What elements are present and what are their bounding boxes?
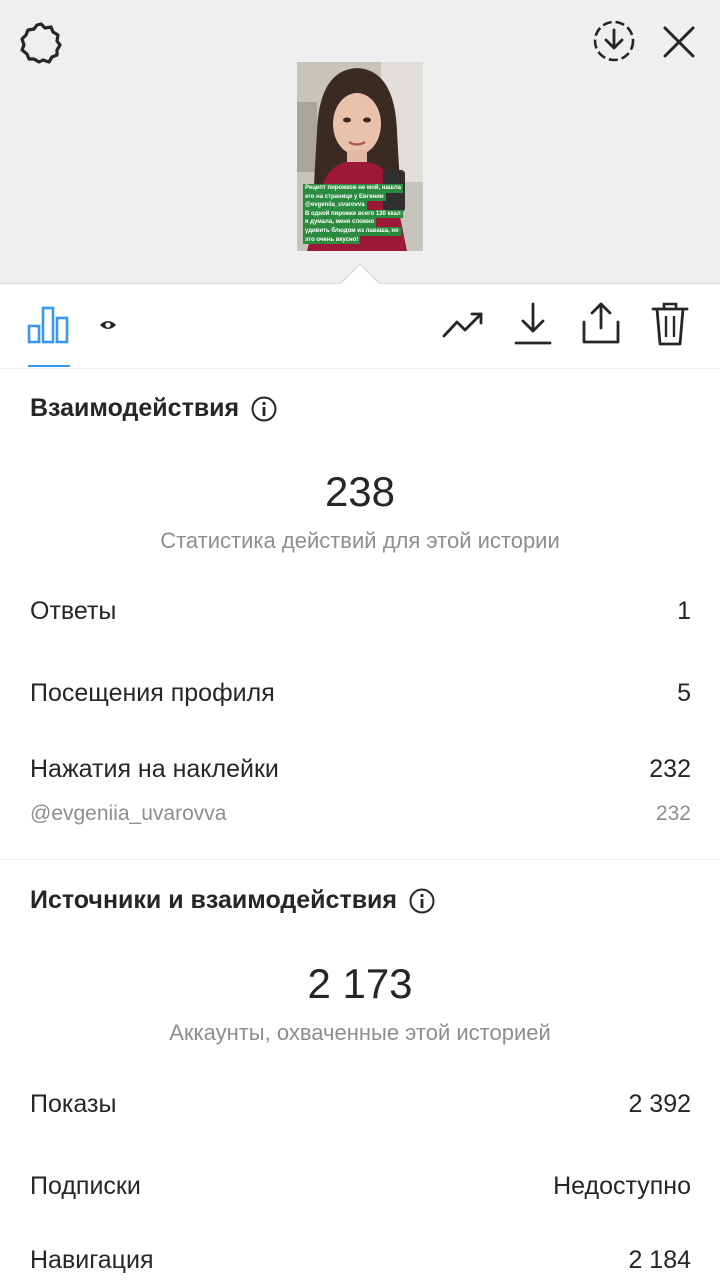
trash-icon[interactable] [648,299,692,349]
story-toolbar [0,285,720,369]
stat-subrow-mention: @evgeniia_uvarovva 232 [30,802,691,826]
info-icon[interactable] [409,888,435,914]
stat-subvalue: 232 [655,802,691,825]
stat-value: 5 [677,679,691,707]
share-icon[interactable] [578,299,624,347]
stat-value: 2 392 [628,1090,691,1118]
stat-label: Навигация [30,1246,154,1274]
stat-sublabel: @evgeniia_uvarovva [30,802,227,825]
interactions-section-title: Взаимодействия [30,394,277,423]
sticker-line: его на странице у Евгении [303,192,386,202]
stat-row-sticker-taps: Нажатия на наклейки 232 [30,755,691,784]
story-thumbnail[interactable]: Рецепт пирожков не мой, нашла его на стр… [297,62,423,251]
stat-label: Ответы [30,597,117,625]
interactions-total: 238 [324,468,396,515]
discovery-section-title: Источники и взаимодействия [30,886,435,915]
discovery-title-text: Источники и взаимодействия [30,886,398,914]
thumbnail-caret [340,265,380,285]
viewers-eye-icon[interactable] [96,315,120,335]
discovery-total: 2 173 [307,960,413,1007]
stat-value: 1 [677,597,691,625]
stat-label: Нажатия на наклейки [30,755,279,783]
interactions-title-text: Взаимодействия [30,394,240,422]
story-preview-area: Рецепт пирожков не мой, нашла его на стр… [0,0,720,284]
sticker-line: Рецепт пирожков не мой, нашла [303,184,403,193]
insights-bar-chart-icon[interactable] [26,299,70,349]
stat-row-navigation: Навигация 2 184 [30,1246,691,1275]
stat-label: Посещения профиля [30,679,275,707]
sticker-line: это очень вкусно! [303,235,361,245]
stat-value: 2 184 [628,1246,691,1274]
download-icon[interactable] [512,301,554,347]
settings-gear-icon[interactable] [16,18,66,68]
sticker-line: я думала, меня сложно [303,218,377,227]
stat-row-profile-visits: Посещения профиля 5 [30,679,691,708]
discovery-caption: Аккаунты, охваченные этой историей [169,1020,551,1045]
stat-label: Показы [30,1090,117,1118]
story-sticker-text: Рецепт пирожков не мой, нашла его на стр… [303,184,419,245]
stat-row-follows: Подписки Недоступно [30,1172,691,1201]
interactions-caption: Статистика действий для этой истории [160,528,560,553]
stat-value: 232 [649,755,691,783]
info-icon[interactable] [251,396,277,422]
stat-row-replies: Ответы 1 [30,597,691,626]
stat-row-impressions: Показы 2 392 [30,1090,691,1119]
trend-icon[interactable] [440,305,486,345]
download-circle-icon[interactable] [588,18,640,64]
close-icon[interactable] [654,18,704,66]
sticker-line: В одной пирожке всего 130 ккал [303,209,403,219]
sticker-line: удивить блюдом из лаваша, но [303,226,401,236]
section-divider [0,859,720,860]
active-tab-indicator [28,365,70,367]
stat-label: Подписки [30,1172,141,1200]
stat-value: Недоступно [553,1172,691,1200]
sticker-mention[interactable]: @evgeniia_uvarovva [303,201,367,210]
